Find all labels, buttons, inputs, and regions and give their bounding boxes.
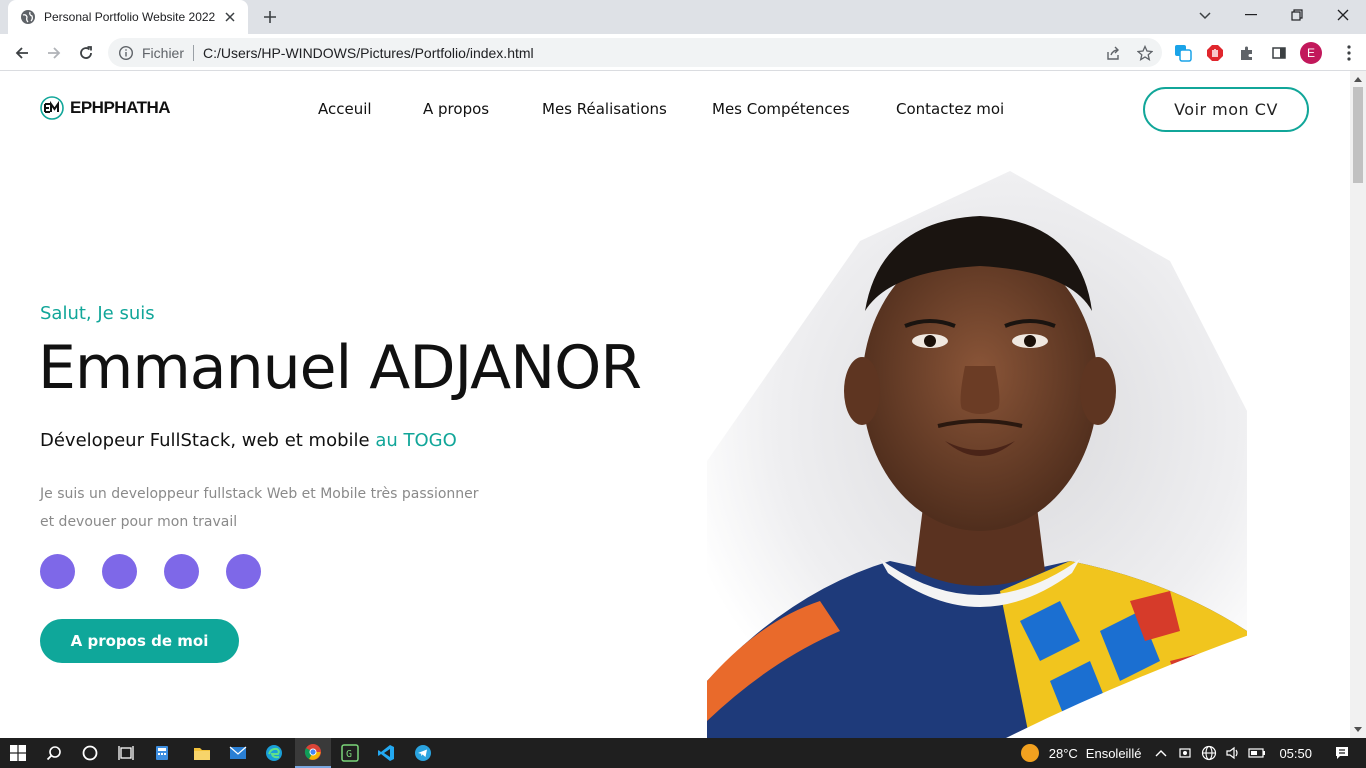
hero-bio: Je suis un developpeur fullstack Web et … [40,480,500,536]
social-link-3[interactable] [164,554,199,589]
edge-browser-icon[interactable] [256,738,292,768]
logo-text: EPHPHATHA [70,98,171,117]
social-link-4[interactable] [226,554,261,589]
share-icon[interactable] [1104,44,1122,62]
view-cv-button[interactable]: Voir mon CV [1143,87,1309,132]
browser-tab[interactable]: Personal Portfolio Website 2022 [8,0,248,34]
nav-link-contact[interactable]: Contactez moi [896,100,1004,118]
weather-label[interactable]: Ensoleillé [1086,746,1142,761]
camera-icon[interactable] [1175,743,1195,763]
hero-role: Dévelopeur FullStack, web et mobile au T… [40,430,457,451]
chevron-up-icon[interactable] [1151,743,1171,763]
profile-avatar[interactable]: E [1300,42,1322,64]
windows-taskbar: G 28°C Ensoleillé 05:50 [0,738,1366,768]
scrollbar-thumb[interactable] [1353,87,1363,183]
social-links [40,554,261,589]
divider [193,44,195,61]
nav-link-competences[interactable]: Mes Compétences [712,100,850,118]
page-scrollbar[interactable] [1350,71,1366,738]
tab-title: Personal Portfolio Website 2022 [44,10,216,24]
translate-extension-icon[interactable] [1172,42,1194,64]
battery-icon[interactable] [1247,743,1267,763]
hero-name: Emmanuel ADJANOR [38,333,642,403]
reload-icon[interactable] [72,39,100,67]
role-prefix: Dévelopeur FullStack, web et mobile [40,430,370,451]
url-scheme-label: Fichier [142,44,185,61]
bookmark-star-icon[interactable] [1136,44,1154,62]
new-tab-icon[interactable] [258,6,282,28]
terminal-app-icon[interactable]: G [332,738,368,768]
address-bar[interactable]: Fichier C:/Users/HP-WINDOWS/Pictures/Por… [108,38,1162,67]
globe-icon [20,9,36,25]
back-arrow-icon[interactable] [8,39,36,67]
minimize-icon[interactable] [1228,0,1274,30]
search-icon[interactable] [36,738,72,768]
nav-link-acceuil[interactable]: Acceuil [318,100,372,118]
task-view-icon[interactable] [108,738,144,768]
hero-greeting: Salut, Je suis [40,303,155,324]
restore-icon[interactable] [1274,0,1320,30]
telegram-icon[interactable] [405,738,441,768]
adblock-extension-icon[interactable] [1204,42,1226,64]
kebab-menu-icon[interactable] [1346,44,1352,62]
system-tray: 28°C Ensoleillé 05:50 [1020,738,1366,768]
scroll-up-icon[interactable] [1354,77,1362,82]
browser-toolbar: Fichier C:/Users/HP-WINDOWS/Pictures/Por… [0,34,1366,71]
puzzle-extensions-icon[interactable] [1236,42,1258,64]
site-logo[interactable]: EPHPHATHA [40,96,171,120]
speaker-icon[interactable] [1223,743,1243,763]
nav-link-a-propos[interactable]: A propos [423,100,489,118]
url-text[interactable]: C:/Users/HP-WINDOWS/Pictures/Portfolio/i… [203,45,534,61]
calculator-app-icon[interactable] [144,738,180,768]
windows-start-icon[interactable] [0,738,36,768]
notifications-icon[interactable] [1332,743,1352,763]
about-me-button[interactable]: A propos de moi [40,619,239,663]
profile-photo [707,171,1260,738]
bio-line: et devouer pour mon travail [40,514,238,530]
browser-tabstrip: Personal Portfolio Website 2022 [0,0,1366,34]
social-link-2[interactable] [102,554,137,589]
window-controls [1228,0,1366,30]
info-icon[interactable] [118,45,134,61]
role-accent: au TOGO [375,430,457,451]
cortana-icon[interactable] [72,738,108,768]
close-tab-icon[interactable] [222,9,238,25]
chevron-down-icon[interactable] [1194,6,1216,26]
clock-time[interactable]: 05:50 [1279,746,1312,761]
mail-app-icon[interactable] [220,738,256,768]
temperature-label[interactable]: 28°C [1049,746,1078,761]
scroll-down-icon[interactable] [1354,727,1362,732]
file-explorer-icon[interactable] [184,738,220,768]
close-window-icon[interactable] [1320,0,1366,30]
svg-text:G: G [346,749,352,760]
social-link-1[interactable] [40,554,75,589]
logo-mark-icon [40,96,64,120]
side-panel-icon[interactable] [1268,42,1290,64]
chrome-browser-icon[interactable] [295,738,331,768]
page-viewport: EPHPHATHA Acceuil A propos Mes Réalisati… [0,71,1350,738]
nav-link-realisations[interactable]: Mes Réalisations [542,100,667,118]
weather-sun-icon[interactable] [1020,744,1039,762]
network-globe-icon[interactable] [1199,743,1219,763]
vscode-icon[interactable] [368,738,404,768]
forward-arrow-icon[interactable] [40,39,68,67]
bio-line: Je suis un developpeur fullstack Web et … [40,486,479,502]
